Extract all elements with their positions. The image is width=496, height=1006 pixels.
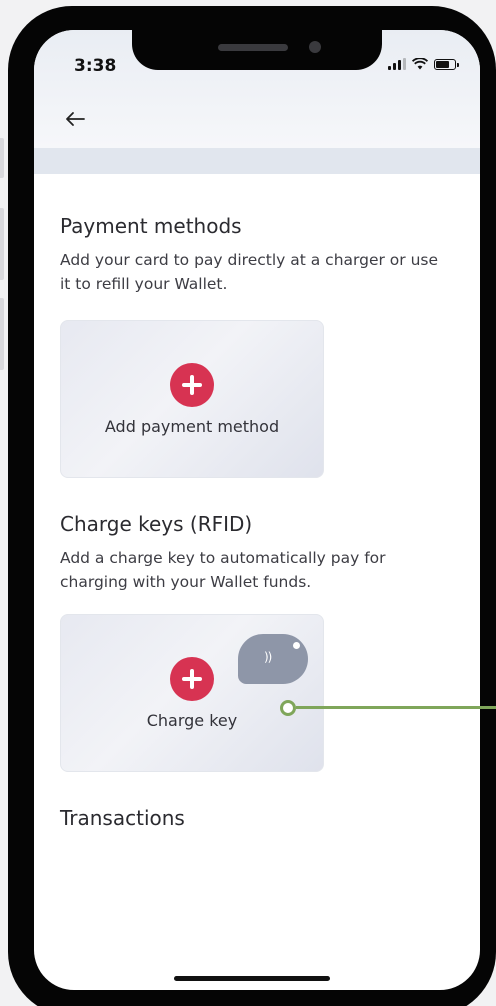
phone-side-button bbox=[0, 138, 4, 178]
charge-keys-description: Add a charge key to automatically pay fo… bbox=[60, 549, 386, 591]
phone-volume-up-button bbox=[0, 208, 4, 280]
stage: 3:38 Payment methods Add your card to pa… bbox=[0, 0, 496, 1006]
charge-keys-title: Charge keys (RFID) bbox=[60, 512, 253, 536]
phone-frame: 3:38 Payment methods Add your card to pa… bbox=[8, 6, 496, 1006]
phone-screen: 3:38 Payment methods Add your card to pa… bbox=[34, 30, 480, 990]
arrow-left-icon bbox=[66, 112, 85, 126]
wifi-icon bbox=[412, 58, 428, 70]
status-icons bbox=[388, 58, 459, 70]
add-payment-method-label: Add payment method bbox=[104, 416, 280, 436]
payment-methods-title: Payment methods bbox=[60, 214, 242, 238]
plus-icon bbox=[170, 362, 214, 407]
plus-icon bbox=[170, 656, 214, 701]
status-time: 3:38 bbox=[74, 56, 117, 76]
rfid-tag-hole bbox=[293, 642, 300, 649]
payment-methods-description: Add your card to pay directly at a charg… bbox=[60, 251, 439, 293]
rfid-tag-icon: )) bbox=[238, 634, 308, 684]
camera-icon bbox=[309, 41, 321, 53]
transactions-title: Transactions bbox=[60, 806, 185, 830]
speaker-grille bbox=[218, 44, 288, 51]
add-charge-key-label: Charge key bbox=[146, 710, 238, 730]
contactless-icon: )) bbox=[264, 650, 272, 664]
signal-icon bbox=[388, 58, 406, 70]
home-indicator[interactable] bbox=[174, 976, 330, 981]
battery-icon bbox=[434, 59, 459, 70]
add-payment-method-button[interactable]: Add payment method bbox=[60, 320, 324, 478]
header-divider bbox=[34, 148, 480, 174]
back-button[interactable] bbox=[64, 110, 88, 132]
callout-dot bbox=[280, 700, 296, 716]
callout-line bbox=[296, 706, 496, 709]
phone-volume-down-button bbox=[0, 298, 4, 370]
phone-notch bbox=[132, 30, 382, 70]
